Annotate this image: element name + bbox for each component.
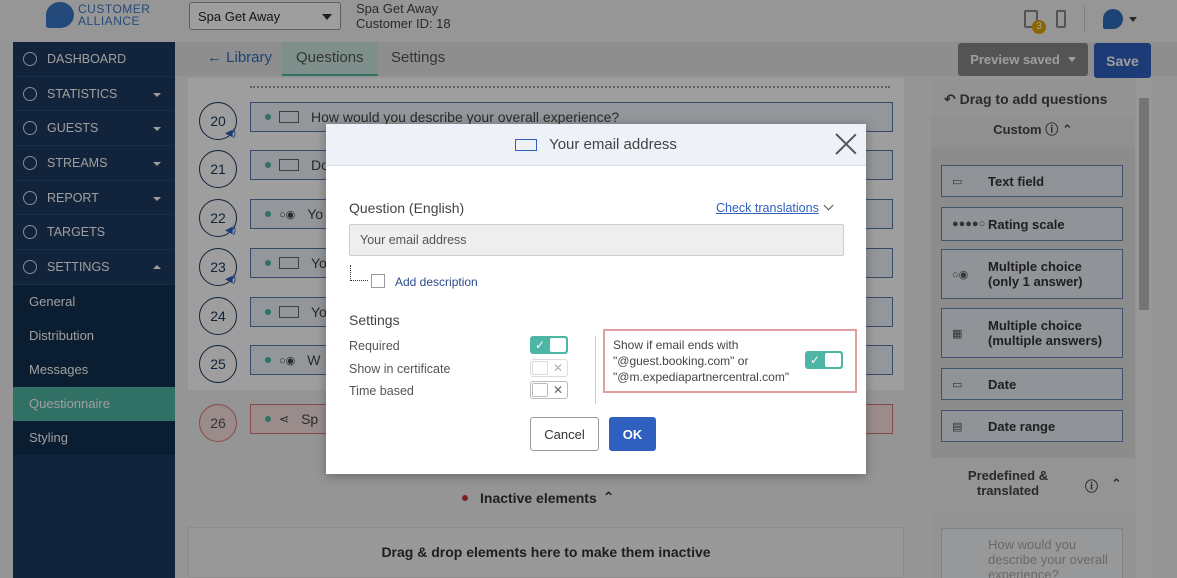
close-icon[interactable]	[834, 132, 858, 156]
chevron-down-icon[interactable]	[823, 200, 834, 211]
setting-certificate-label: Show in certificate	[349, 362, 451, 376]
question-edit-modal: Your email address Question (English) Ch…	[326, 124, 866, 474]
cancel-button[interactable]: Cancel	[530, 417, 599, 451]
check-translations-link[interactable]: Check translations	[716, 201, 819, 215]
x-icon: ✕	[552, 383, 563, 397]
question-input[interactable]	[349, 224, 844, 256]
ok-button[interactable]: OK	[609, 417, 656, 451]
certificate-toggle[interactable]: ✕	[530, 359, 568, 377]
setting-required-label: Required	[349, 339, 400, 353]
settings-heading: Settings	[349, 312, 400, 328]
time-based-toggle[interactable]: ✕	[530, 381, 568, 399]
check-icon: ✓	[810, 353, 821, 367]
tree-connector	[350, 265, 368, 281]
required-toggle[interactable]: ✓	[530, 336, 568, 354]
modal-header: Your email address	[326, 124, 866, 166]
question-label: Question (English)	[349, 200, 465, 216]
setting-time-based-label: Time based	[349, 384, 414, 398]
check-icon: ✓	[535, 338, 546, 352]
email-condition-text: Show if email ends with "@guest.booking.…	[613, 338, 790, 384]
modal-title: Your email address	[549, 136, 677, 153]
add-description-label[interactable]: Add description	[395, 275, 478, 289]
add-description-checkbox[interactable]	[371, 274, 385, 288]
x-icon: ✕	[552, 361, 563, 375]
text-field-icon	[515, 138, 538, 151]
email-condition-toggle[interactable]: ✓	[805, 351, 843, 369]
divider	[595, 336, 596, 404]
